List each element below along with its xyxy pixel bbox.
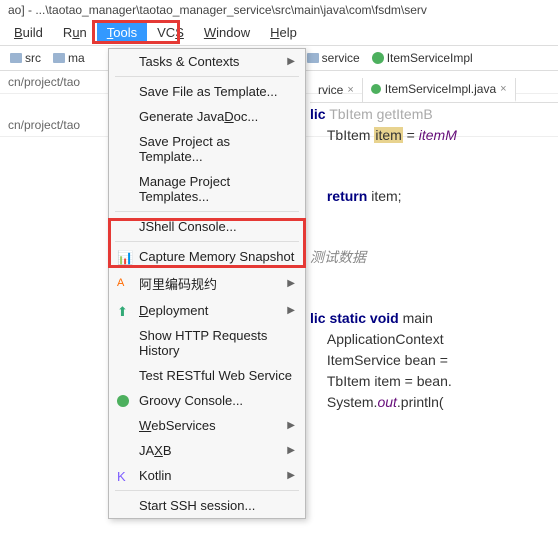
menu-http-history[interactable]: Show HTTP Requests History [109,323,305,363]
breadcrumb-ma[interactable]: ma [49,50,89,66]
menu-vcs[interactable]: VCS [147,22,194,43]
groovy-icon [117,395,129,407]
close-icon[interactable]: × [347,84,353,96]
menu-save-project-template[interactable]: Save Project as Template... [109,129,305,169]
menu-separator [115,211,299,212]
kotlin-icon: K [117,469,131,483]
menu-capture-memory[interactable]: 📊Capture Memory Snapshot [109,244,305,269]
menu-jaxb[interactable]: JAXB▶ [109,438,305,463]
chevron-right-icon: ▶ [287,278,295,289]
close-icon[interactable]: × [500,83,506,95]
breadcrumb-src[interactable]: src [6,50,45,66]
deploy-icon: ⬆ [117,304,131,318]
tools-dropdown: Tasks & Contexts▶ Save File as Template.… [108,48,306,519]
menu-groovy[interactable]: Groovy Console... [109,388,305,413]
menu-kotlin[interactable]: KKotlin▶ [109,463,305,488]
window-title: ao] - ...\taotao_manager\taotao_manager_… [0,0,558,20]
menu-generate-javadoc[interactable]: Generate JavaDoc... [109,104,305,129]
folder-icon [307,53,319,63]
breadcrumb-service[interactable]: service [303,50,364,66]
class-icon [371,84,381,94]
menu-ali-coding[interactable]: A阿里编码规约▶ [109,269,305,298]
tab-rvice[interactable]: rvice× [310,78,363,102]
menu-window[interactable]: Window [194,22,260,43]
chevron-right-icon: ▶ [287,420,295,431]
menu-separator [115,76,299,77]
chevron-right-icon: ▶ [287,470,295,481]
folder-icon [10,53,22,63]
menu-save-file-template[interactable]: Save File as Template... [109,79,305,104]
chevron-right-icon: ▶ [287,305,295,316]
breadcrumb-impl[interactable]: ItemServiceImpl [368,50,477,66]
menu-build[interactable]: Build [4,22,53,43]
class-icon [372,52,384,64]
menu-run[interactable]: Run [53,22,97,43]
menu-separator [115,490,299,491]
menu-tasks[interactable]: Tasks & Contexts▶ [109,49,305,74]
menu-jshell[interactable]: JShell Console... [109,214,305,239]
menu-separator [115,241,299,242]
folder-icon [53,53,65,63]
menu-manage-templates[interactable]: Manage Project Templates... [109,169,305,209]
menu-ssh[interactable]: Start SSH session... [109,493,305,518]
menu-tools[interactable]: Tools [97,22,147,43]
memory-icon: 📊 [117,250,131,264]
tab-itemserviceimpl[interactable]: ItemServiceImpl.java× [363,78,516,102]
chevron-right-icon: ▶ [287,56,295,67]
menubar: Build Run Tools VCS Window Help [0,20,558,45]
chevron-right-icon: ▶ [287,445,295,456]
menu-deployment[interactable]: ⬆Deployment▶ [109,298,305,323]
alibaba-icon: A [117,277,131,291]
menu-webservices[interactable]: WebServices▶ [109,413,305,438]
menu-help[interactable]: Help [260,22,307,43]
menu-rest[interactable]: Test RESTful Web Service [109,363,305,388]
